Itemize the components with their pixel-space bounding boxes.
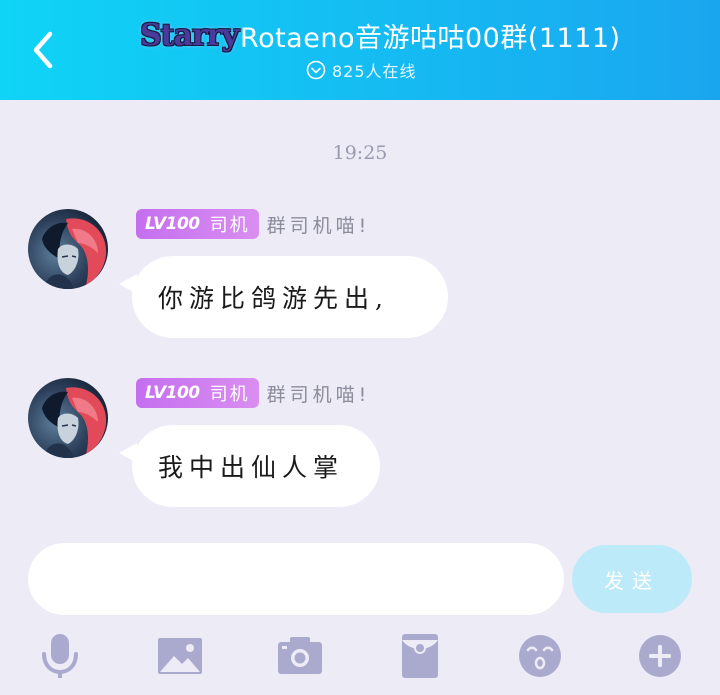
message-bubble[interactable]: 我中出仙人掌 <box>119 425 380 507</box>
emoji-button[interactable] <box>516 632 564 680</box>
message-bubble[interactable]: 你游比鸽游先出, <box>119 256 448 338</box>
user-avatar-image <box>28 209 108 289</box>
avatar[interactable] <box>28 209 108 289</box>
level-badge: LV100 司机 <box>136 209 259 239</box>
plus-icon <box>639 635 681 677</box>
group-title: Rotaeno音游咕咕00群(1111) <box>240 22 621 54</box>
message-input[interactable] <box>28 543 564 615</box>
image-button[interactable] <box>156 632 204 680</box>
message-text: 你游比鸽游先出, <box>158 284 389 313</box>
voice-button[interactable] <box>36 632 84 680</box>
message-text: 我中出仙人掌 <box>158 453 345 482</box>
role-text: 司机 <box>209 215 250 236</box>
avatar[interactable] <box>28 378 108 458</box>
red-packet-icon <box>402 634 438 678</box>
more-button[interactable] <box>636 632 684 680</box>
sender-info: LV100 司机 群司机喵! <box>136 208 370 240</box>
send-button[interactable]: 发送 <box>572 545 692 613</box>
sender-nickname[interactable]: 群司机喵! <box>267 380 371 407</box>
image-icon <box>158 638 202 674</box>
camera-button[interactable] <box>276 632 324 680</box>
message-timestamp: 19:25 <box>332 142 388 164</box>
sender-nickname[interactable]: 群司机喵! <box>267 211 371 238</box>
back-button[interactable] <box>26 28 62 72</box>
emoji-icon <box>519 635 561 677</box>
chevron-left-icon <box>33 31 53 69</box>
chevron-circle-down-icon <box>306 60 326 80</box>
bubble-tail <box>119 274 137 294</box>
level-text: LV100 <box>145 214 200 234</box>
online-status[interactable]: 825人在线 <box>306 58 417 82</box>
red-packet-button[interactable] <box>396 632 444 680</box>
bubble-tail <box>119 443 137 463</box>
microphone-icon <box>42 634 78 678</box>
chat-header: Starry Rotaeno音游咕咕00群(1111) 825人在线 <box>0 0 720 100</box>
user-avatar-image <box>28 378 108 458</box>
group-title-row[interactable]: Starry Rotaeno音游咕咕00群(1111) <box>140 14 621 56</box>
level-badge: LV100 司机 <box>136 378 259 408</box>
role-text: 司机 <box>209 384 250 405</box>
group-logo: Starry <box>140 17 239 53</box>
sender-info: LV100 司机 群司机喵! <box>136 377 370 409</box>
level-text: LV100 <box>145 383 200 403</box>
online-count: 825人在线 <box>332 62 417 81</box>
camera-icon <box>278 637 322 674</box>
